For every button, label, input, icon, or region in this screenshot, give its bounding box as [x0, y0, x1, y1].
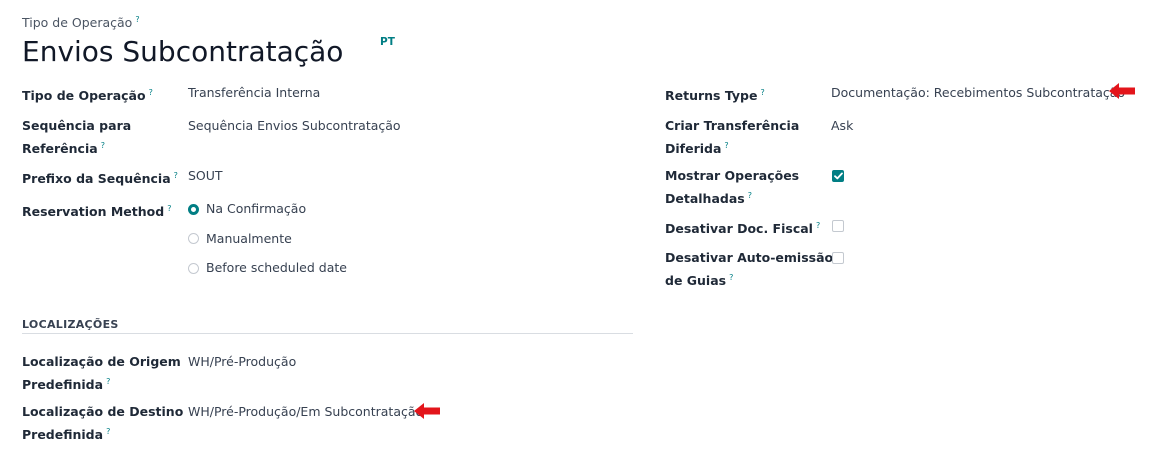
reservation-option-manual[interactable]: Manualmente [188, 229, 347, 249]
backorder-label: Criar Transferência Diferida? [665, 118, 800, 157]
backorder-value[interactable]: Ask [831, 116, 853, 136]
checkmark-icon [833, 172, 843, 180]
returns-type-label: Returns Type? [665, 88, 765, 104]
reservation-option-before-scheduled[interactable]: Before scheduled date [188, 258, 347, 278]
radio-checked-icon[interactable] [188, 203, 199, 215]
source-location-value[interactable]: WH/Pré-Produção [188, 352, 296, 372]
help-tooltip[interactable]: ? [149, 88, 153, 97]
help-tooltip[interactable]: ? [174, 171, 178, 180]
help-tooltip[interactable]: ? [167, 204, 171, 213]
dest-location-value[interactable]: WH/Pré-Produção/Em Subcontratação [188, 402, 423, 422]
help-tooltip[interactable]: ? [106, 427, 110, 436]
sequence-value[interactable]: Sequência Envios Subcontratação [188, 116, 401, 136]
help-tooltip[interactable]: ? [135, 15, 139, 24]
help-tooltip[interactable]: ? [106, 377, 110, 386]
radio-unchecked-icon[interactable] [188, 262, 199, 274]
annotation-arrow-icon [1109, 83, 1135, 99]
annotation-arrow-icon [414, 403, 440, 419]
radio-unchecked-icon[interactable] [188, 233, 199, 244]
prefix-label: Prefixo da Sequência? [22, 171, 178, 187]
detailed-operations-checkbox[interactable] [832, 170, 844, 182]
fiscal-doc-checkbox[interactable] [832, 220, 844, 232]
operation-type-form: Tipo de Operação? Envios Subcontratação … [0, 0, 1167, 459]
operation-type-value[interactable]: Transferência Interna [188, 83, 320, 103]
sequence-label: Sequência para Referência? [22, 118, 132, 157]
prefix-value[interactable]: SOUT [188, 166, 223, 186]
reservation-method-radio-group: Na Confirmação Manualmente Before schedu… [188, 199, 347, 278]
help-tooltip[interactable]: ? [101, 141, 105, 150]
dest-location-label: Localização de Destino Predefinida? [22, 404, 184, 443]
help-tooltip[interactable]: ? [724, 141, 728, 150]
operation-type-label: Tipo de Operação? [22, 88, 153, 104]
language-selector[interactable]: PT [380, 36, 395, 48]
section-divider [22, 333, 633, 334]
detailed-operations-label: Mostrar Operações Detalhadas? [665, 168, 800, 207]
returns-type-value[interactable]: Documentação: Recebimentos Subcontrataçã… [831, 83, 1125, 103]
reservation-option-on-confirmation[interactable]: Na Confirmação [188, 199, 347, 219]
help-tooltip[interactable]: ? [729, 273, 733, 282]
auto-issue-guides-label: Desativar Auto-emissão de Guias? [665, 250, 834, 289]
help-tooltip[interactable]: ? [748, 191, 752, 200]
auto-issue-guides-checkbox[interactable] [832, 252, 844, 264]
help-tooltip[interactable]: ? [816, 221, 820, 230]
record-title[interactable]: Envios Subcontratação [22, 34, 343, 70]
source-location-label: Localização de Origem Predefinida? [22, 354, 181, 393]
form-subtitle: Tipo de Operação? [22, 15, 140, 31]
help-tooltip[interactable]: ? [760, 88, 764, 97]
fiscal-doc-label: Desativar Doc. Fiscal? [665, 221, 821, 237]
locations-section-title: LOCALIZAÇÕES [22, 318, 119, 331]
reservation-method-label: Reservation Method? [22, 204, 172, 220]
